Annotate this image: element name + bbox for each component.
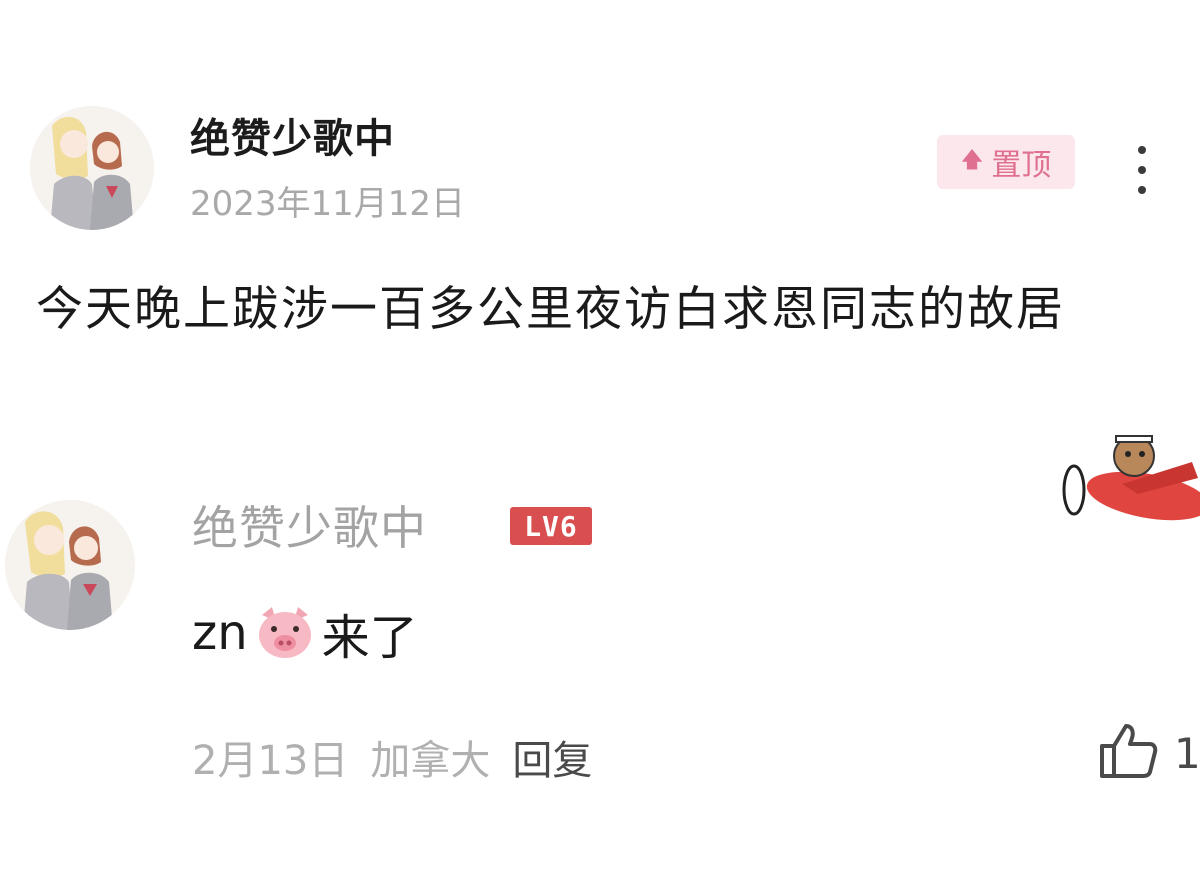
comment-username[interactable]: 绝赞少歌中 bbox=[192, 492, 427, 558]
comment-text: zn 来了 bbox=[192, 598, 418, 668]
pig-emoji-icon bbox=[254, 605, 316, 661]
pinned-label: 置顶 bbox=[991, 148, 1052, 183]
comment-meta: 2月13日 加拿大 回复 bbox=[192, 728, 592, 786]
plane-sticker bbox=[1052, 432, 1200, 542]
more-vertical-icon bbox=[1138, 146, 1146, 154]
comment-text-before: zn bbox=[192, 605, 248, 661]
post-username[interactable]: 绝赞少歌中 bbox=[190, 106, 395, 164]
thumbs-up-icon bbox=[1098, 722, 1158, 784]
level-badge: LV6 bbox=[510, 507, 592, 545]
comment-text-after: 来了 bbox=[321, 610, 418, 666]
post-date: 2023年11月12日 bbox=[190, 184, 466, 224]
reply-button[interactable]: 回复 bbox=[512, 728, 592, 786]
post-author-avatar[interactable] bbox=[30, 106, 154, 230]
more-options-button[interactable] bbox=[1125, 146, 1159, 194]
comment-location: 加拿大 bbox=[370, 738, 491, 784]
more-dot bbox=[1138, 186, 1146, 194]
more-dot bbox=[1138, 166, 1146, 174]
like-button[interactable]: 1 bbox=[1098, 722, 1200, 784]
like-count: 1 bbox=[1174, 728, 1200, 778]
comment-author-avatar[interactable] bbox=[5, 500, 135, 630]
pinned-badge: 🡅 置顶 bbox=[937, 135, 1075, 189]
pin-arrow-icon: 🡅 bbox=[960, 148, 984, 173]
comment-date: 2月13日 bbox=[192, 738, 349, 784]
post-content: 今天晚上跋涉一百多公里夜访白求恩同志的故居 bbox=[36, 282, 1065, 337]
